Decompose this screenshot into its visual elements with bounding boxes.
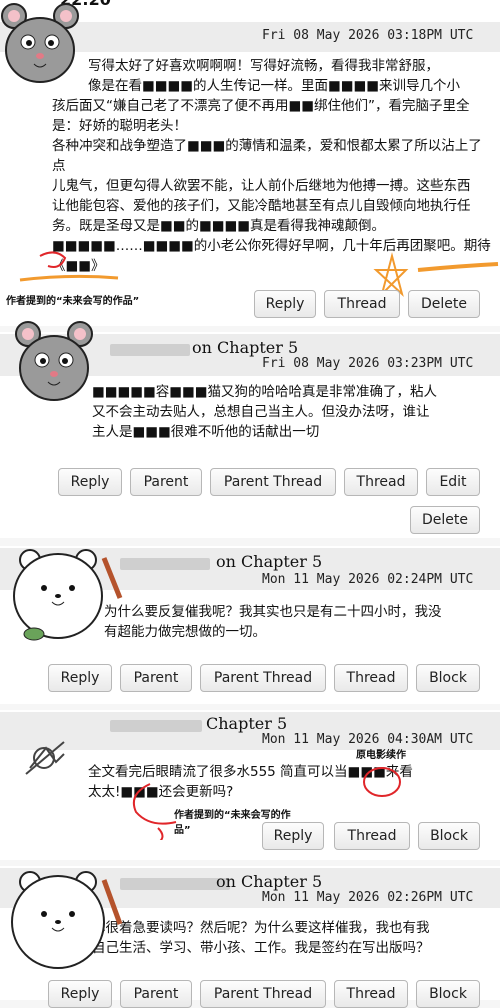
block-button[interactable]: Block	[416, 664, 480, 692]
comment-card-4: Chapter 5 Mon 11 May 2026 04:30AM UTC 原电…	[0, 710, 500, 860]
reply-button[interactable]: Reply	[262, 822, 324, 850]
mouse-avatar-icon	[15, 321, 93, 401]
username-redacted	[110, 720, 202, 732]
parent-thread-button[interactable]: Parent Thread	[210, 468, 336, 496]
comment-line: 儿鬼气，但更勾得人欲罢不能，让人前仆后继地为他搏一搏。这些东西	[52, 178, 471, 194]
username-redacted	[110, 344, 190, 356]
comment-line: ■■■■■容■■■猫又狗的哈哈哈真是非常准确了，粘人	[92, 384, 438, 400]
thread-button[interactable]: Thread	[334, 980, 408, 1008]
comment-line: 为什么要反复催我呢？我其实也只是有二十四小时，我没	[104, 604, 442, 620]
parent-thread-button[interactable]: Parent Thread	[200, 980, 326, 1008]
reply-button[interactable]: Reply	[48, 664, 112, 692]
parent-button[interactable]: Parent	[120, 980, 192, 1008]
comment-body: 你很着急要读吗？然后呢？为什么要这样催我，我也有我 自己生活、学习、带小孩、工作…	[92, 918, 492, 958]
comment-timestamp: Fri 08 May 2026 03:18PM UTC	[262, 28, 474, 43]
thread-button[interactable]: Thread	[324, 290, 400, 318]
comment-body: ■■■■■容■■■猫又狗的哈哈哈真是非常准确了，粘人 又不会主动去贴人，总想自己…	[92, 382, 492, 442]
comment-line: 各种冲突和战争塑造了■■■的薄情和温柔，爱和恨都太累了所以沾上了点	[52, 138, 482, 174]
comment-timestamp: Mon 11 May 2026 02:24PM UTC	[262, 572, 474, 587]
comment-timestamp: Mon 11 May 2026 02:26PM UTC	[262, 890, 474, 905]
bear-avatar-icon	[11, 871, 123, 969]
block-button[interactable]: Block	[418, 822, 480, 850]
block-button[interactable]: Block	[416, 980, 480, 1008]
comment-line: 你很着急要读吗？然后呢？为什么要这样催我，我也有我	[92, 920, 430, 936]
comment-timestamp: Fri 08 May 2026 03:23PM UTC	[262, 356, 474, 371]
comment-body: 为什么要反复催我呢？我其实也只是有二十四小时，我没 有超能力做完想做的一切。	[104, 602, 494, 642]
comment-line: 务。既是圣母又是■■的■■■■真是看得我神魂颠倒。	[52, 218, 386, 234]
comment-line: 有超能力做完想做的一切。	[104, 624, 266, 640]
comment-line: 主人是■■■很难不听他的话献出一切	[92, 424, 320, 440]
username-redacted	[120, 878, 230, 890]
chapter-link[interactable]: on Chapter 5	[216, 552, 322, 571]
comment-line: 又不会主动去贴人，总想自己当主人。但没办法呀，谁让	[92, 404, 430, 420]
chapter-link[interactable]: on Chapter 5	[216, 872, 322, 891]
comment-body: 写得太好了好喜欢啊啊啊！写得好流畅，看得我非常舒服， 像是在看■■■■的人生传记…	[52, 56, 492, 276]
username-redacted	[120, 558, 210, 570]
parent-thread-button[interactable]: Parent Thread	[200, 664, 326, 692]
comment-line: 是：好娇的聪明老头！	[52, 118, 187, 134]
thread-button[interactable]: Thread	[334, 822, 410, 850]
comment-timestamp: Mon 11 May 2026 04:30AM UTC	[262, 732, 474, 747]
comment-line: 像是在看■■■■的人生传记一样。里面■■■■来训导几个小	[88, 78, 461, 94]
thread-button[interactable]: Thread	[344, 468, 418, 496]
edit-button[interactable]: Edit	[426, 468, 480, 496]
delete-button[interactable]: Delete	[410, 506, 480, 534]
delete-button[interactable]: Delete	[408, 290, 480, 318]
reply-button[interactable]: Reply	[254, 290, 316, 318]
thread-button[interactable]: Thread	[334, 664, 408, 692]
comment-line: 让他能包容、爱他的孩子们，又能冷酷地甚至有点儿自毁倾向地执行任	[52, 198, 471, 214]
chapter-link[interactable]: Chapter 5	[206, 714, 287, 733]
mouse-avatar-icon	[1, 3, 79, 83]
bear-avatar-icon	[13, 549, 123, 641]
comment-line: 写得太好了好喜欢啊啊啊！写得好流畅，看得我非常舒服，	[88, 58, 439, 74]
parent-button[interactable]: Parent	[130, 468, 202, 496]
reply-button[interactable]: Reply	[58, 468, 122, 496]
default-avatar-icon	[25, 741, 65, 775]
annotation-label: 作者提到的“未来会写的作品”	[6, 296, 140, 307]
chapter-link[interactable]: on Chapter 5	[192, 338, 298, 357]
comment-line: 孩后面又“嫌自己老了不漂亮了便不再用■■绑住他们”，看完脑子里全	[52, 98, 470, 114]
comment-line: 自己生活、学习、带小孩、工作。我是签约在写出版吗？	[92, 940, 430, 956]
parent-button[interactable]: Parent	[120, 664, 192, 692]
